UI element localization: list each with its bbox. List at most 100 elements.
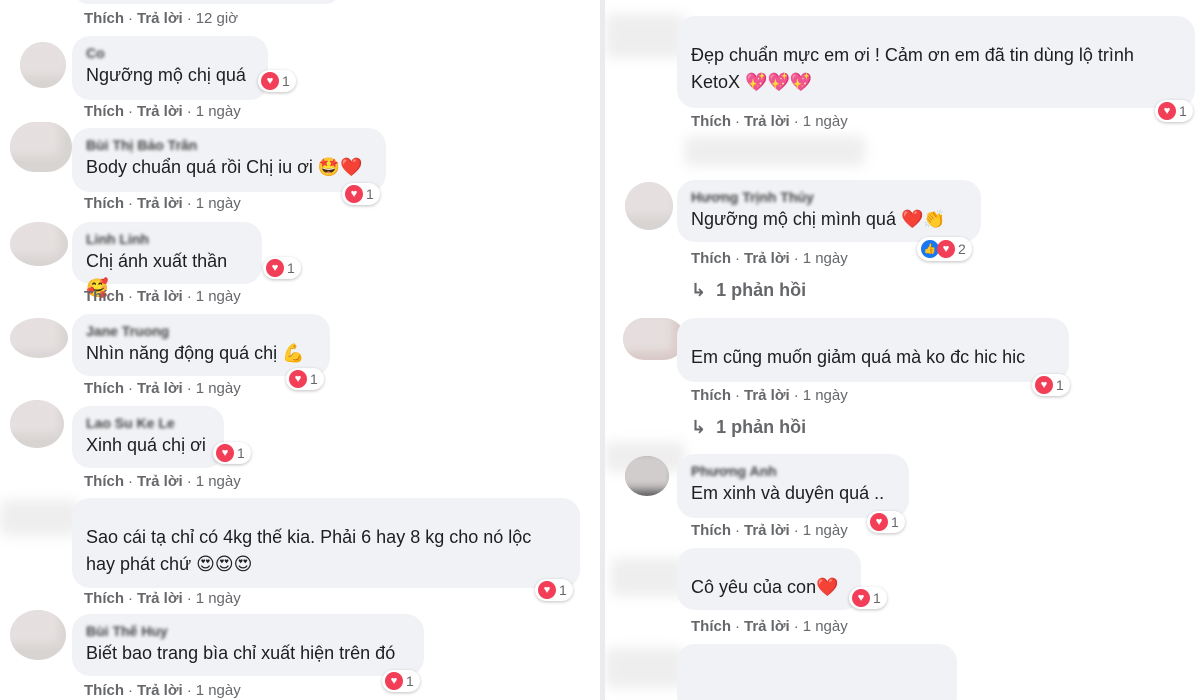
reply-link[interactable]: Trả lời (744, 522, 790, 539)
commenter-name[interactable]: Phương Anh (691, 462, 895, 480)
reply-link[interactable]: Trả lời (137, 590, 183, 607)
comment-bubble: Đẹp chuẩn mực em ơi ! Cảm ơn em đã tin d… (677, 16, 1195, 108)
view-replies-link[interactable]: ↳ 1 phản hồi (691, 280, 806, 301)
reply-link[interactable]: Trả lời (744, 618, 790, 635)
commenter-name[interactable]: Jane Truong (86, 322, 316, 340)
comment-actions: Thích · Trả lời · 1 ngày (691, 522, 848, 539)
comment-time[interactable]: 1 ngày (196, 473, 241, 490)
commenter-name[interactable]: Bùi Thị Bảo Trân (86, 136, 372, 154)
like-link[interactable]: Thích (84, 103, 124, 120)
reaction-count[interactable]: ♥ 1 (258, 70, 296, 92)
like-link[interactable]: Thích (84, 473, 124, 490)
comment-time[interactable]: 1 ngày (196, 195, 241, 212)
commenter-name[interactable]: Lao Su Ke Le (86, 414, 210, 432)
reaction-count[interactable]: ♥ 1 (263, 257, 301, 279)
heart-reaction-icon: ♥ (1158, 102, 1176, 120)
comment-time[interactable]: 1 ngày (803, 618, 848, 635)
heart-reaction-icon: ♥ (289, 370, 307, 388)
comment-bubble: Lao Su Ke Le Xinh quá chị ơi (72, 406, 224, 468)
comment-bubble: Sao cái tạ chỉ có 4kg thế kia. Phải 6 ha… (72, 498, 580, 588)
commenter-name[interactable] (691, 326, 1055, 344)
comment-text: Body chuẩn quá rồi Chị iu ơi 🤩❤️ (86, 157, 363, 177)
comment-text: Biết bao trang bìa chỉ xuất hiện trên đó (86, 643, 396, 663)
comment-text: Em xinh và duyên quá .. (691, 483, 885, 503)
commenter-name[interactable] (691, 556, 847, 574)
reaction-count[interactable]: ♥ 1 (535, 579, 573, 601)
reaction-count[interactable]: ♥ 1 (1155, 100, 1193, 122)
comment-time[interactable]: 1 ngày (196, 103, 241, 120)
like-link[interactable]: Thích (84, 195, 124, 212)
reply-link[interactable]: Trả lời (744, 250, 790, 267)
reply-link[interactable]: Trả lời (744, 113, 790, 130)
heart-reaction-icon: ♥ (538, 581, 556, 599)
avatar[interactable] (10, 222, 68, 266)
like-link[interactable]: Thích (691, 113, 731, 130)
like-link[interactable]: Thích (691, 387, 731, 404)
comment-bubble: Cô yêu của con❤️ (677, 548, 861, 610)
reaction-count[interactable]: ♥ 1 (1032, 374, 1070, 396)
comment-time[interactable]: 12 giờ (196, 10, 238, 27)
reaction-count[interactable]: ♥ 1 (382, 670, 420, 692)
right-comment-column: Đẹp chuẩn mực em ơi ! Cảm ơn em đã tin d… (605, 0, 1200, 700)
like-link[interactable]: Thích (84, 590, 124, 607)
comment-time[interactable]: 1 ngày (196, 590, 241, 607)
like-link[interactable]: Thích (691, 250, 731, 267)
reply-link[interactable]: Trả lời (137, 195, 183, 212)
commenter-name[interactable]: Bùi Thế Huy (86, 622, 410, 640)
avatar[interactable] (20, 42, 66, 88)
comment-time[interactable]: 1 ngày (196, 380, 241, 397)
heart-reaction-icon: ♥ (266, 259, 284, 277)
reaction-count[interactable]: ♥ 1 (867, 511, 905, 533)
comment-time[interactable]: 1 ngày (803, 387, 848, 404)
commenter-name[interactable] (691, 24, 1181, 42)
reaction-count[interactable]: ♥ 1 (849, 587, 887, 609)
reaction-count[interactable]: ♥ 1 (342, 183, 380, 205)
heart-reaction-icon: ♥ (385, 672, 403, 690)
reply-link[interactable]: Trả lời (137, 288, 183, 305)
commenter-name[interactable]: Hương Trịnh Thủy (691, 188, 967, 206)
commenter-name[interactable]: Linh Linh (86, 230, 248, 248)
reply-link[interactable]: Trả lời (137, 473, 183, 490)
commenter-name[interactable] (86, 506, 566, 524)
commenter-name[interactable]: Co (86, 44, 254, 62)
comment-actions: Thích · Trả lời · 1 ngày (691, 618, 848, 635)
reply-link[interactable]: Trả lời (137, 682, 183, 699)
reply-link[interactable]: Trả lời (137, 10, 183, 27)
blurred-avatar-area (605, 14, 685, 58)
view-replies-link[interactable]: ↳ 1 phản hồi (691, 417, 806, 438)
avatar[interactable] (10, 122, 72, 172)
reaction-count[interactable]: ♥ 1 (286, 368, 324, 390)
comment-bubble: Phương Anh Em xinh và duyên quá .. (677, 454, 909, 518)
comment-bubble: Em cũng muốn giảm quá mà ko đc hic hic (677, 318, 1069, 382)
like-link[interactable]: Thích (691, 522, 731, 539)
reply-link[interactable]: Trả lời (137, 380, 183, 397)
comment-time[interactable]: 1 ngày (196, 682, 241, 699)
avatar[interactable] (625, 456, 669, 496)
avatar[interactable] (10, 400, 64, 448)
comment-actions: Thích · Trả lời · 1 ngày (84, 380, 241, 397)
like-link[interactable]: Thích (84, 10, 124, 27)
reaction-count[interactable]: 👍 ♥ 2 (917, 237, 972, 261)
like-link[interactable]: Thích (84, 288, 124, 305)
heart-reaction-icon: ♥ (870, 513, 888, 531)
comment-time[interactable]: 1 ngày (196, 288, 241, 305)
avatar[interactable] (623, 318, 685, 360)
like-link[interactable]: Thích (84, 682, 124, 699)
blurred-area (685, 136, 865, 166)
comment-actions: Thích · Trả lời · 1 ngày (84, 103, 241, 120)
reply-link[interactable]: Trả lời (137, 103, 183, 120)
comment-time[interactable]: 1 ngày (803, 250, 848, 267)
like-link[interactable]: Thích (84, 380, 124, 397)
reaction-count[interactable]: ♥ 1 (213, 442, 251, 464)
comment-time[interactable]: 1 ngày (803, 522, 848, 539)
heart-reaction-icon: ♥ (261, 72, 279, 90)
avatar[interactable] (10, 318, 68, 358)
comment-bubble: Jane Truong Nhìn năng động quá chị 💪 (72, 314, 330, 376)
heart-reaction-icon: ♥ (345, 185, 363, 203)
comment-time[interactable]: 1 ngày (803, 113, 848, 130)
like-link[interactable]: Thích (691, 618, 731, 635)
avatar[interactable] (10, 610, 66, 660)
comment-bubble: Bùi Thị Bảo Trân Body chuẩn quá rồi Chị … (72, 128, 386, 192)
reply-link[interactable]: Trả lời (744, 387, 790, 404)
avatar[interactable] (625, 182, 673, 230)
